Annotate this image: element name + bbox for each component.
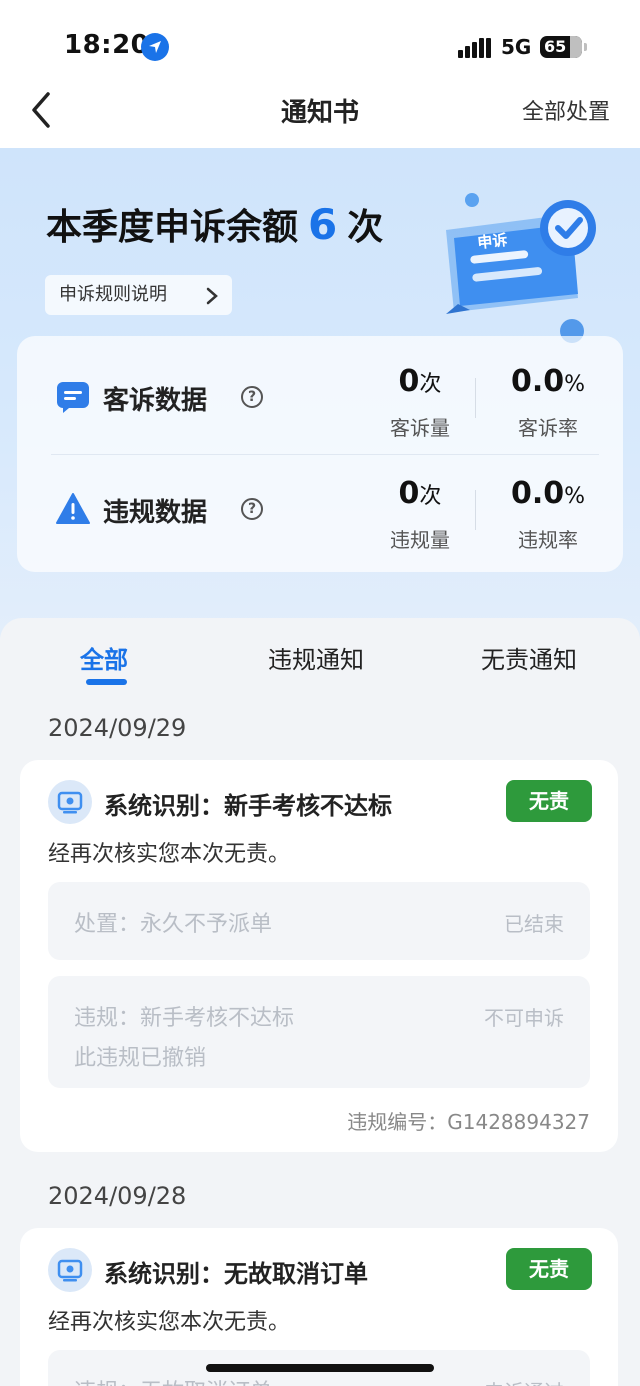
warning-icon — [56, 493, 90, 524]
stat-divider — [475, 490, 476, 530]
violation-data-label: 违规数据 — [103, 498, 208, 528]
battery-icon: 65 — [540, 36, 582, 58]
complaint-rate-label: 客诉率 — [518, 416, 578, 440]
complaint-volume-value: 0次 — [398, 364, 442, 399]
violation-status: 不可申诉 — [484, 1006, 564, 1030]
no-fault-badge: 无责 — [506, 1248, 592, 1290]
help-icon[interactable]: ? — [241, 386, 263, 408]
chevron-right-icon — [206, 287, 218, 305]
no-fault-badge: 无责 — [506, 780, 592, 822]
battery-tip — [584, 43, 587, 51]
appeal-illustration: 申诉 — [446, 193, 596, 343]
system-recognition-icon — [48, 780, 92, 824]
appeal-balance-title: 本季度申诉余额 6 次 — [46, 198, 383, 250]
active-tab-indicator — [86, 679, 127, 685]
violation-volume-label: 违规量 — [390, 528, 450, 552]
notice-description: 经再次核实您本次无责。 — [48, 842, 291, 867]
appeal-rules-label: 申诉规则说明 — [59, 284, 167, 305]
notice-card[interactable]: 系统识别：无故取消订单 无责 经再次核实您本次无责。 违规：无故取消订单 申诉通… — [20, 1228, 618, 1386]
stat-divider — [475, 378, 476, 418]
network-type: 5G — [501, 35, 532, 59]
notice-date: 2024/09/29 — [48, 714, 187, 742]
complaint-volume-label: 客诉量 — [390, 416, 450, 440]
violation-stats-row: 违规数据 ? 0次 违规量 0.0% 违规率 — [17, 448, 623, 560]
notice-description: 经再次核实您本次无责。 — [48, 1310, 291, 1335]
notice-title: 系统识别：无故取消订单 — [104, 1260, 368, 1288]
location-arrow-icon — [141, 33, 169, 61]
violation-rate-value: 0.0% — [510, 476, 586, 511]
violation-number: 违规编号：G1428894327 — [347, 1110, 590, 1134]
violation-text: 违规：新手考核不达标 — [74, 1006, 295, 1031]
violation-text: 违规：无故取消订单 — [74, 1374, 272, 1386]
battery-level: 65 — [544, 37, 567, 56]
complaint-rate-value: 0.0% — [510, 364, 586, 399]
illustration-label: 申诉 — [477, 231, 509, 252]
notice-title: 系统识别：新手考核不达标 — [104, 792, 392, 820]
stats-card: 客诉数据 ? 0次 客诉量 0.0% 客诉率 违规数据 ? 0次 违规量 0.0… — [17, 336, 623, 572]
disposal-box: 处置：永久不予派单 已结束 — [48, 882, 590, 960]
notice-card[interactable]: 系统识别：新手考核不达标 无责 经再次核实您本次无责。 处置：永久不予派单 已结… — [20, 760, 618, 1152]
appeal-rules-button[interactable]: 申诉规则说明 — [45, 275, 232, 315]
violation-volume-value: 0次 — [398, 476, 442, 511]
appeal-balance-suffix: 次 — [347, 207, 384, 248]
tab-no-fault-notice[interactable]: 无责通知 — [481, 640, 577, 675]
help-icon[interactable]: ? — [241, 498, 263, 520]
disposal-status: 已结束 — [504, 912, 564, 936]
complaint-stats-row: 客诉数据 ? 0次 客诉量 0.0% 客诉率 — [17, 336, 623, 448]
message-icon — [57, 382, 89, 413]
dispose-all-button[interactable]: 全部处置 — [522, 94, 610, 126]
tab-violation-notice[interactable]: 违规通知 — [268, 640, 364, 675]
violation-box: 违规：新手考核不达标 不可申诉 此违规已撤销 — [48, 976, 590, 1088]
home-indicator[interactable] — [206, 1364, 434, 1372]
complaint-data-label: 客诉数据 — [103, 386, 208, 416]
notice-date: 2024/09/28 — [48, 1182, 187, 1210]
disposal-text: 处置：永久不予派单 — [74, 912, 273, 937]
violation-note: 此违规已撤销 — [74, 1046, 207, 1071]
cellular-signal-icon — [458, 38, 492, 58]
tab-all[interactable]: 全部 — [80, 640, 128, 675]
violation-status: 申诉通过 — [484, 1376, 564, 1386]
appeal-balance-count: 6 — [308, 200, 338, 249]
system-recognition-icon — [48, 1248, 92, 1292]
violation-rate-label: 违规率 — [518, 528, 578, 552]
appeal-balance-prefix: 本季度申诉余额 — [46, 207, 299, 248]
status-time: 18:20 — [64, 30, 150, 60]
